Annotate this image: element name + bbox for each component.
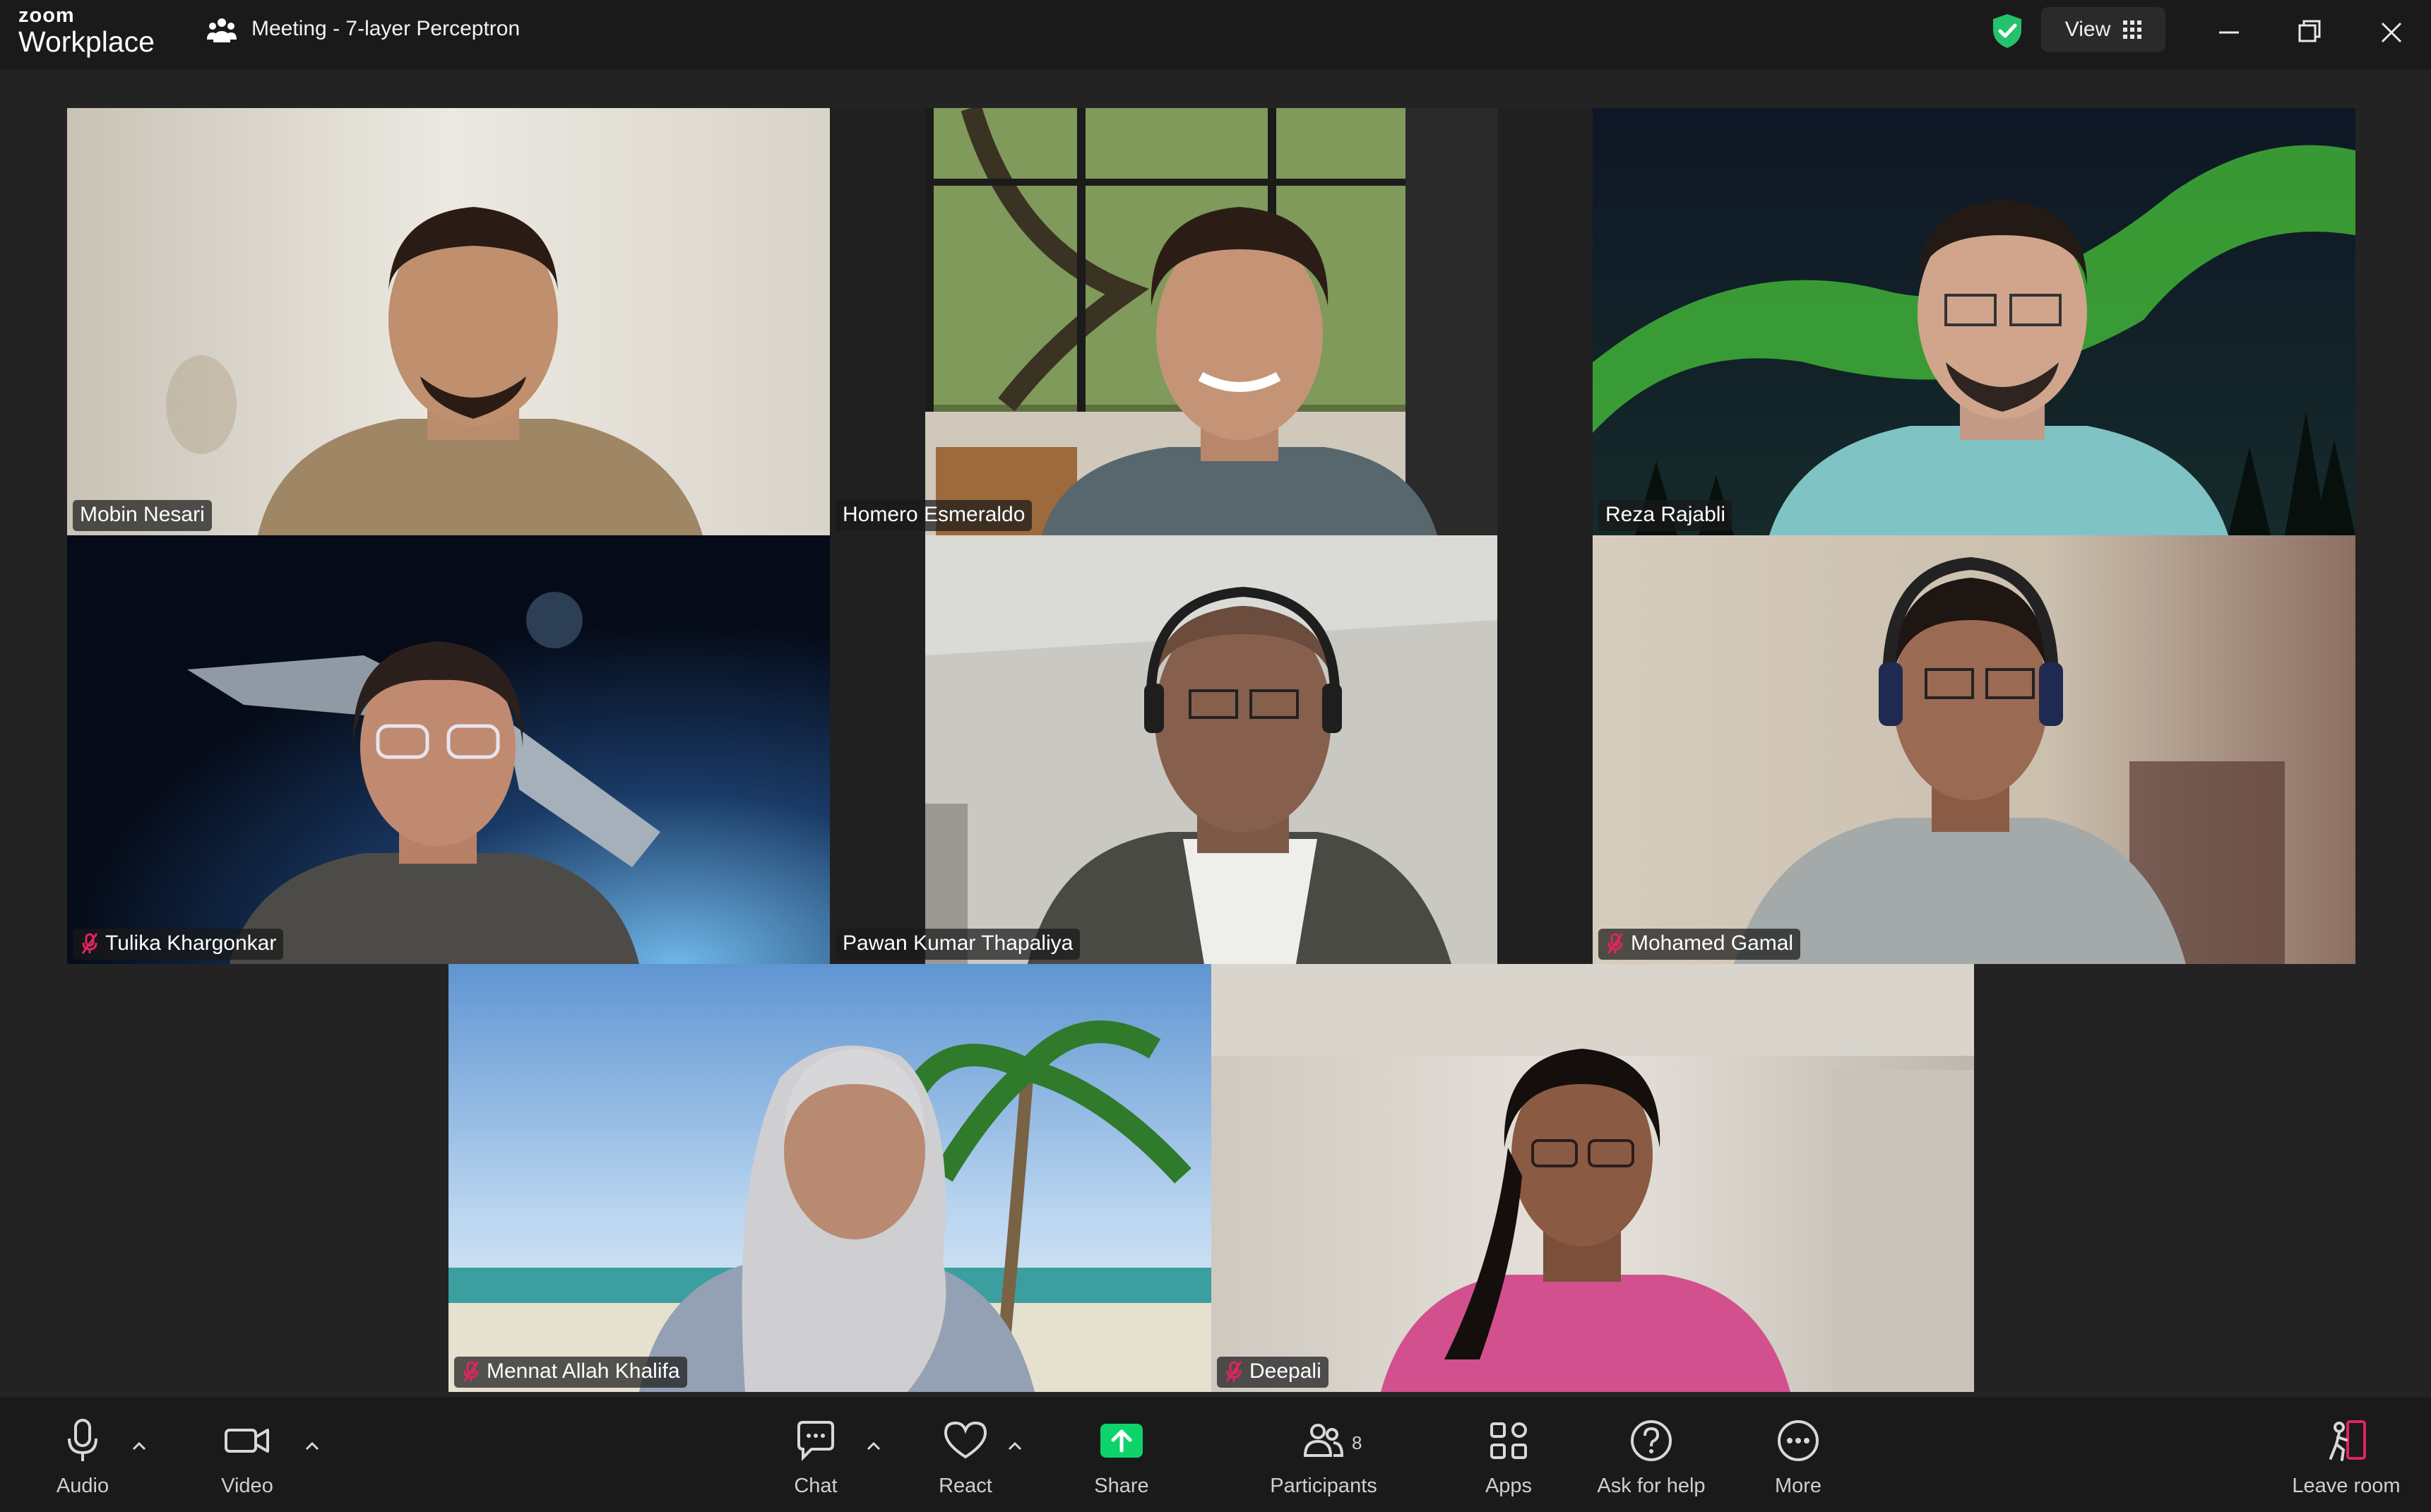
ask-for-help-label: Ask for help <box>1597 1475 1706 1497</box>
participant-name-tag: Mobin Nesari <box>73 500 212 531</box>
audio-label: Audio <box>56 1475 109 1497</box>
meeting-title: Meeting - 7-layer Perceptron <box>251 17 521 40</box>
participant-name-tag: Tulika Khargonkar <box>73 929 284 960</box>
share-label: Share <box>1094 1475 1149 1497</box>
participants-count: 8 <box>1352 1432 1362 1453</box>
leave-room-button[interactable]: Leave room <box>2276 1412 2417 1504</box>
video-camera-icon <box>225 1429 269 1453</box>
logo-workplace: Workplace <box>18 25 155 58</box>
chat-options-chevron-icon[interactable] <box>864 1439 884 1453</box>
more-options-icon <box>1778 1420 1819 1461</box>
participant-name: Mobin Nesari <box>80 503 205 526</box>
participant-name-tag: Pawan Kumar Thapaliya <box>836 929 1081 960</box>
close-icon[interactable] <box>2370 11 2413 54</box>
muted-mic-icon <box>1225 1361 1242 1382</box>
meeting-icon <box>207 18 237 42</box>
muted-mic-icon <box>463 1361 480 1382</box>
chat-bubble-icon <box>797 1421 834 1461</box>
participant-name: Mohamed Gamal <box>1631 931 1794 955</box>
video-tile-active-speaker[interactable]: Pawan Kumar Thapaliya <box>830 535 1593 964</box>
video-feed <box>1593 108 2355 535</box>
react-options-chevron-icon[interactable] <box>1005 1439 1025 1453</box>
video-tile[interactable]: Tulika Khargonkar <box>67 535 830 964</box>
video-feed <box>67 108 830 535</box>
leave-door-icon <box>2329 1420 2366 1461</box>
video-tile[interactable]: Mennat Allah Khalifa <box>448 964 1211 1392</box>
participants-label: Participants <box>1270 1475 1377 1497</box>
video-button[interactable]: Video <box>177 1412 318 1504</box>
share-button[interactable]: Share <box>1051 1412 1192 1504</box>
participant-name-tag: Mohamed Gamal <box>1598 929 1801 960</box>
participant-name-tag: Mennat Allah Khalifa <box>454 1357 687 1388</box>
heart-icon <box>944 1421 987 1459</box>
apps-button[interactable]: Apps <box>1438 1412 1579 1504</box>
meeting-toolbar: Audio Video Chat React Share Participant… <box>0 1397 2431 1512</box>
video-gallery: Mobin Nesari Homero Esmeraldo Reza Rajab… <box>0 69 2431 1397</box>
participant-name: Pawan Kumar Thapaliya <box>843 931 1074 955</box>
restore-icon[interactable] <box>2288 11 2331 54</box>
react-label: React <box>939 1475 992 1497</box>
minimize-icon[interactable] <box>2208 11 2250 54</box>
participants-icon <box>1303 1424 1344 1457</box>
participant-name: Deepali <box>1249 1359 1321 1383</box>
video-tile[interactable]: Homero Esmeraldo <box>830 108 1593 535</box>
video-feed <box>448 964 1211 1392</box>
leave-room-label: Leave room <box>2292 1475 2401 1497</box>
view-button[interactable]: View <box>2041 7 2165 52</box>
app-logo: zoom Workplace <box>18 6 155 56</box>
video-feed <box>67 535 830 964</box>
audio-options-chevron-icon[interactable] <box>129 1439 149 1453</box>
video-tile[interactable]: Reza Rajabli <box>1593 108 2355 535</box>
apps-icon <box>1490 1422 1527 1459</box>
participant-name: Reza Rajabli <box>1605 503 1726 526</box>
participant-name: Tulika Khargonkar <box>105 931 277 955</box>
muted-mic-icon <box>1607 933 1624 954</box>
grid-view-icon <box>2123 20 2142 39</box>
chat-label: Chat <box>794 1475 838 1497</box>
ask-for-help-button[interactable]: Ask for help <box>1581 1412 1722 1504</box>
participant-name-tag: Homero Esmeraldo <box>836 500 1033 531</box>
video-tile[interactable]: Mobin Nesari <box>67 108 830 535</box>
participants-button[interactable]: Participants <box>1253 1412 1394 1504</box>
title-bar: zoom Workplace Meeting - 7-layer Percept… <box>0 0 2431 69</box>
video-label: Video <box>221 1475 273 1497</box>
audio-button[interactable]: Audio <box>12 1412 153 1504</box>
video-feed <box>830 108 1593 535</box>
participant-name: Mennat Allah Khalifa <box>487 1359 680 1383</box>
participant-name-tag: Deepali <box>1217 1357 1329 1388</box>
participant-name: Homero Esmeraldo <box>843 503 1026 526</box>
video-feed <box>1593 535 2355 964</box>
react-button[interactable]: React <box>895 1412 1036 1504</box>
muted-mic-icon <box>81 933 98 954</box>
apps-label: Apps <box>1485 1475 1533 1497</box>
participant-name-tag: Reza Rajabli <box>1598 500 1733 531</box>
video-feed <box>830 535 1593 964</box>
more-label: More <box>1774 1475 1822 1497</box>
help-icon <box>1631 1420 1672 1461</box>
video-options-chevron-icon[interactable] <box>302 1439 322 1453</box>
logo-zoom: zoom <box>18 4 75 27</box>
share-screen-icon <box>1100 1424 1143 1458</box>
microphone-icon <box>68 1419 97 1461</box>
video-feed <box>1211 964 1974 1392</box>
chat-button[interactable]: Chat <box>745 1412 886 1504</box>
view-label: View <box>2064 18 2111 41</box>
encryption-shield-icon[interactable] <box>1990 13 2024 49</box>
more-button[interactable]: More <box>1728 1412 1869 1504</box>
video-tile[interactable]: Deepali <box>1211 964 1974 1392</box>
video-tile[interactable]: Mohamed Gamal <box>1593 535 2355 964</box>
